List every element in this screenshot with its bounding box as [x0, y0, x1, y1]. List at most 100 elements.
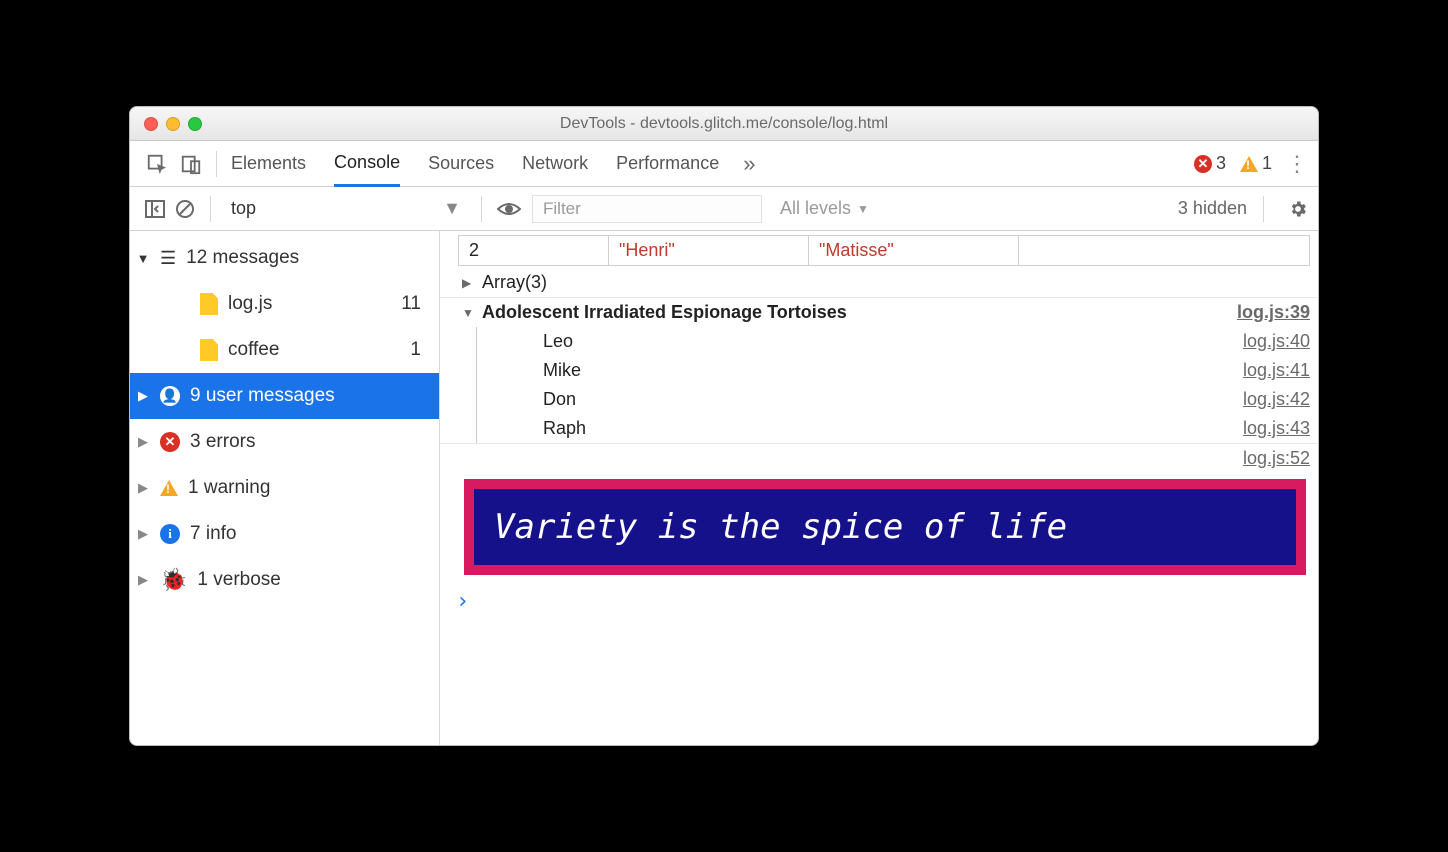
file-name: coffee: [228, 339, 279, 361]
chevron-down-icon: ▼: [462, 306, 476, 320]
table-cell-index: 2: [459, 236, 609, 265]
source-link[interactable]: log.js:42: [1243, 389, 1310, 410]
log-line[interactable]: Leo log.js:40: [476, 327, 1318, 356]
styled-log: Variety is the spice of life: [464, 479, 1306, 575]
tab-elements[interactable]: Elements: [231, 141, 306, 186]
sidebar-user-label: 9 user messages: [190, 385, 335, 407]
error-icon: ✕: [1194, 155, 1212, 173]
separator: [1263, 196, 1264, 222]
sidebar-verbose-label: 1 verbose: [197, 569, 280, 591]
table-cell: [1019, 236, 1309, 265]
source-link[interactable]: log.js:40: [1243, 331, 1310, 352]
chevron-down-icon: ▼: [857, 202, 869, 216]
warning-icon: [160, 480, 178, 496]
chevron-down-icon: ▼: [136, 251, 150, 266]
chevron-right-icon: ▶: [462, 276, 476, 290]
tab-console[interactable]: Console: [334, 142, 400, 187]
tab-sources[interactable]: Sources: [428, 141, 494, 186]
window-title: DevTools - devtools.glitch.me/console/lo…: [130, 115, 1318, 133]
hidden-count[interactable]: 3 hidden: [1178, 198, 1253, 219]
levels-label: All levels: [780, 198, 851, 219]
file-count: 1: [410, 339, 429, 361]
tab-network[interactable]: Network: [522, 141, 588, 186]
log-line[interactable]: Raph log.js:43: [476, 414, 1318, 443]
table-cell: "Matisse": [809, 236, 1019, 265]
more-tabs-icon[interactable]: »: [743, 151, 755, 177]
file-name: log.js: [228, 293, 272, 315]
info-icon: i: [160, 524, 180, 544]
console-prompt[interactable]: ›: [440, 581, 1318, 622]
chevron-right-icon: ▶: [136, 572, 150, 588]
log-array[interactable]: ▶ Array(3): [440, 268, 1318, 297]
log-line[interactable]: Don log.js:42: [476, 385, 1318, 414]
toggle-device-icon[interactable]: [174, 147, 208, 181]
user-icon: 👤: [160, 386, 180, 406]
bug-icon: 🐞: [160, 569, 187, 591]
warning-count-value: 1: [1262, 153, 1272, 174]
warning-count[interactable]: 1: [1240, 153, 1272, 174]
separator: [481, 196, 482, 222]
chevron-down-icon: ▼: [443, 198, 461, 219]
source-link[interactable]: log.js:39: [1237, 302, 1310, 323]
sidebar-info[interactable]: ▶ i 7 info: [130, 511, 439, 557]
list-icon: ☰: [160, 248, 176, 269]
console-settings-icon[interactable]: [1288, 199, 1308, 219]
chevron-right-icon: ▶: [136, 526, 150, 542]
console-toolbar: top ▼ Filter All levels ▼ 3 hidden: [130, 187, 1318, 231]
more-menu-icon[interactable]: ⋮: [1286, 151, 1308, 177]
source-link[interactable]: log.js:52: [1243, 448, 1310, 469]
log-text: Raph: [543, 418, 586, 439]
log-levels-selector[interactable]: All levels ▼: [780, 198, 869, 219]
console-output: 2 "Henri" "Matisse" ▶ Array(3) ▼ Adolesc…: [440, 231, 1318, 745]
table-row[interactable]: 2 "Henri" "Matisse": [458, 235, 1310, 266]
log-line[interactable]: Mike log.js:41: [476, 356, 1318, 385]
group-title: Adolescent Irradiated Espionage Tortoise…: [482, 302, 847, 323]
sidebar-warnings[interactable]: ▶ 1 warning: [130, 465, 439, 511]
source-link[interactable]: log.js:43: [1243, 418, 1310, 439]
sidebar-file-logjs[interactable]: log.js 11: [130, 281, 439, 327]
context-label: top: [231, 198, 256, 219]
error-count[interactable]: ✕ 3: [1194, 153, 1226, 174]
tab-performance[interactable]: Performance: [616, 141, 719, 186]
log-text: Leo: [543, 331, 573, 352]
log-text: Mike: [543, 360, 581, 381]
error-count-value: 3: [1216, 153, 1226, 174]
separator: [210, 196, 211, 222]
sidebar-file-coffee[interactable]: coffee 1: [130, 327, 439, 373]
sidebar-messages-label: 12 messages: [186, 247, 299, 269]
sidebar-errors[interactable]: ▶ ✕ 3 errors: [130, 419, 439, 465]
toggle-sidebar-icon[interactable]: [140, 192, 170, 226]
console-body: ▼ ☰ 12 messages log.js 11 coffee 1 ▶ 👤 9…: [130, 231, 1318, 745]
log-line[interactable]: log.js:52: [440, 443, 1318, 473]
separator: [216, 151, 217, 177]
chevron-right-icon: ▶: [136, 434, 150, 450]
chevron-right-icon: ▶: [136, 388, 150, 404]
sidebar-info-label: 7 info: [190, 523, 236, 545]
table-cell: "Henri": [609, 236, 809, 265]
live-expression-icon[interactable]: [494, 192, 524, 226]
log-group-header[interactable]: ▼ Adolescent Irradiated Espionage Tortoi…: [440, 297, 1318, 327]
sidebar-errors-label: 3 errors: [190, 431, 255, 453]
file-icon: [200, 339, 218, 361]
sidebar-user-messages[interactable]: ▶ 👤 9 user messages: [130, 373, 439, 419]
error-icon: ✕: [160, 432, 180, 452]
context-selector[interactable]: top ▼: [221, 198, 471, 219]
sidebar-verbose[interactable]: ▶ 🐞 1 verbose: [130, 557, 439, 603]
panel-tabbar: Elements Console Sources Network Perform…: [130, 141, 1318, 187]
inspect-element-icon[interactable]: [140, 147, 174, 181]
file-count: 11: [401, 293, 429, 315]
devtools-window: DevTools - devtools.glitch.me/console/lo…: [129, 106, 1319, 746]
warning-icon: [1240, 156, 1258, 172]
titlebar: DevTools - devtools.glitch.me/console/lo…: [130, 107, 1318, 141]
console-sidebar: ▼ ☰ 12 messages log.js 11 coffee 1 ▶ 👤 9…: [130, 231, 440, 745]
filter-placeholder: Filter: [543, 199, 581, 219]
sidebar-warnings-label: 1 warning: [188, 477, 270, 499]
sidebar-messages[interactable]: ▼ ☰ 12 messages: [130, 235, 439, 281]
log-text: Don: [543, 389, 576, 410]
source-link[interactable]: log.js:41: [1243, 360, 1310, 381]
filter-input[interactable]: Filter: [532, 195, 762, 223]
chevron-right-icon: ▶: [136, 480, 150, 496]
file-icon: [200, 293, 218, 315]
clear-console-icon[interactable]: [170, 192, 200, 226]
log-text: Array(3): [482, 272, 547, 293]
